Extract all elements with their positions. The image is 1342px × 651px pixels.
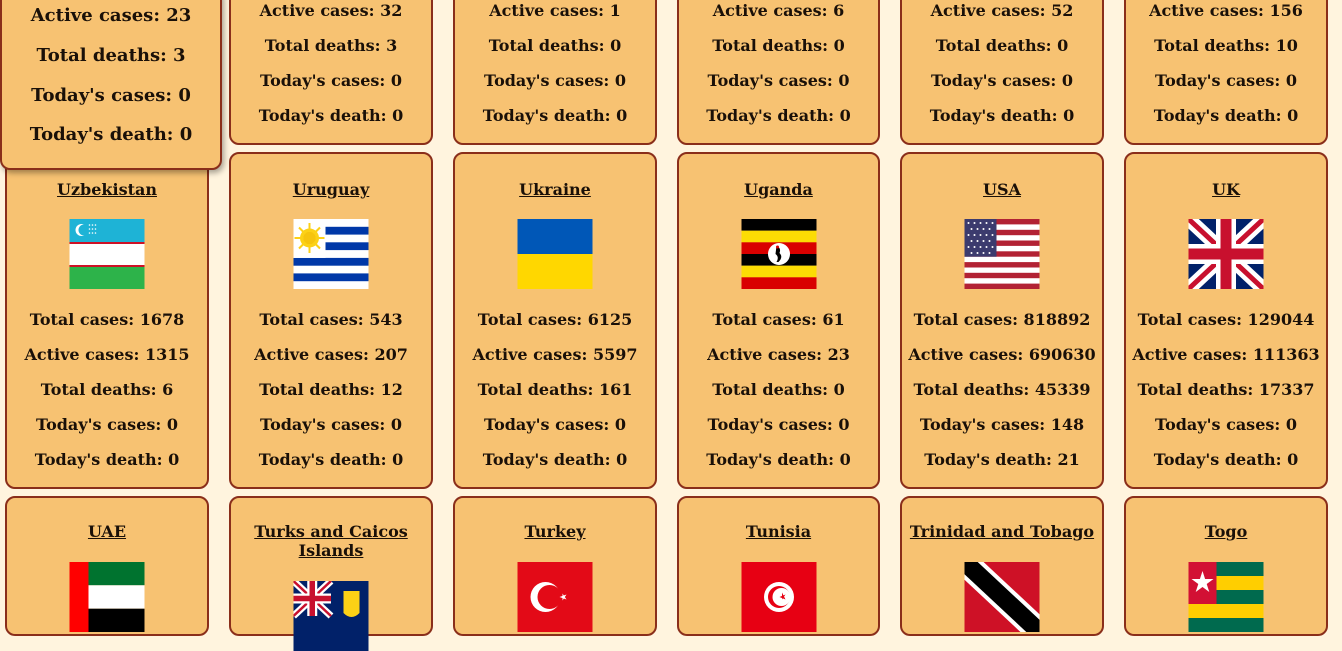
todays-cases: Today's cases: 0 [260,415,402,434]
country-card-tunisia[interactable]: Tunisia [677,496,880,636]
active-cases: Active cases: 111363 [1132,345,1320,364]
country-card[interactable]: Active cases: 6 Total deaths: 0 Today's … [677,0,880,145]
country-card-uzbekistan[interactable]: Uzbekistan Total cases: 1678 Active case… [5,152,209,489]
country-card-uganda[interactable]: Uganda Total cases: 61 Active cases: 23 … [677,152,880,489]
uae-flag-icon [69,562,145,632]
country-name-link[interactable]: Togo [1126,522,1326,541]
todays-death: Today's death: 0 [929,106,1075,125]
trinidad-and-tobago-flag-icon [964,562,1040,632]
active-cases: Active cases: 23 [707,345,850,364]
todays-death: Today's death: 0 [258,106,404,125]
total-deaths: Total deaths: 12 [259,380,403,399]
turkey-flag-icon [517,562,593,632]
todays-cases: Today's cases: 0 [707,415,850,434]
total-deaths: Total deaths: 17337 [1137,380,1315,399]
country-card[interactable]: Active cases: 52 Total deaths: 0 Today's… [900,0,1104,145]
total-cases: Total cases: 1678 [29,310,185,329]
togo-flag-icon [1188,562,1264,632]
todays-death: Today's death: 0 [1153,106,1299,125]
todays-cases: Today's cases: 0 [31,85,191,106]
total-deaths: Total deaths: 161 [477,380,633,399]
total-deaths: Total deaths: 0 [488,36,622,55]
todays-cases: Today's cases: 0 [1155,71,1297,90]
country-name-link[interactable]: Trinidad and Tobago [902,522,1102,541]
total-deaths: Total deaths: 10 [1154,36,1298,55]
total-deaths: Total deaths: 3 [36,45,186,66]
active-cases: Active cases: 6 [712,1,845,20]
hovered-country-card[interactable]: Active cases: 23 Total deaths: 3 Today's… [0,0,222,170]
total-cases: Total cases: 129044 [1137,310,1315,329]
country-card-trinidad-and-tobago[interactable]: Trinidad and Tobago [900,496,1104,636]
active-cases: Active cases: 207 [254,345,408,364]
todays-death: Today's death: 0 [258,450,404,469]
todays-cases: Today's cases: 148 [919,415,1085,434]
country-name-link[interactable]: Uzbekistan [7,180,207,199]
country-card[interactable]: Active cases: 1 Total deaths: 0 Today's … [453,0,657,145]
total-deaths: Total deaths: 6 [40,380,174,399]
todays-death: Today's death: 0 [706,450,851,469]
todays-death: Today's death: 0 [34,450,180,469]
country-card-turkey[interactable]: Turkey [453,496,657,636]
todays-death: Today's death: 0 [482,450,628,469]
country-name-link[interactable]: Turkey [455,522,655,541]
todays-cases: Today's cases: 0 [1155,415,1297,434]
tunisia-flag-icon [741,562,816,632]
total-deaths: Total deaths: 0 [712,36,845,55]
usa-flag-icon [964,219,1040,289]
country-card[interactable]: Active cases: 156 Total deaths: 10 Today… [1124,0,1328,145]
todays-death: Today's death: 0 [1153,450,1299,469]
active-cases: Active cases: 1315 [24,345,190,364]
active-cases: Active cases: 156 [1149,1,1303,20]
todays-death: Today's death: 0 [706,106,851,125]
country-card-uruguay[interactable]: Uruguay Total cases: 543 Active cases: 2… [229,152,433,489]
uk-flag-icon [1188,219,1264,289]
todays-cases: Today's cases: 0 [931,71,1073,90]
country-name-link[interactable]: Uruguay [231,180,431,199]
active-cases: Active cases: 5597 [472,345,638,364]
total-cases: Total cases: 543 [259,310,403,329]
total-cases: Total cases: 6125 [477,310,633,329]
todays-cases: Today's cases: 0 [484,71,626,90]
todays-death: Today's death: 21 [924,450,1080,469]
total-deaths: Total deaths: 0 [712,380,845,399]
country-card-turks-and-caicos[interactable]: Turks and Caicos Islands [229,496,433,651]
uzbekistan-flag-icon [69,219,145,289]
country-name-link[interactable]: Ukraine [455,180,655,199]
country-name-link[interactable]: Uganda [679,180,878,199]
total-cases: Total cases: 818892 [913,310,1091,329]
country-name-link[interactable]: USA [902,180,1102,199]
country-name-link[interactable]: UK [1126,180,1326,199]
total-cases: Total cases: 61 [712,310,845,329]
todays-death: Today's death: 0 [29,124,193,145]
ukraine-flag-icon [517,219,593,289]
active-cases: Active cases: 690630 [908,345,1096,364]
todays-death: Today's death: 0 [482,106,628,125]
country-card-usa[interactable]: USA Total cases: 818892 Active cases: 69… [900,152,1104,489]
active-cases: Active cases: 1 [489,1,621,20]
active-cases: Active cases: 52 [930,1,1074,20]
country-name-link[interactable]: Turks and Caicos Islands [253,522,409,560]
todays-cases: Today's cases: 0 [36,415,178,434]
country-card-uk[interactable]: UK Total cases: 129044 Active cases: 111… [1124,152,1328,489]
country-card-togo[interactable]: Togo [1124,496,1328,636]
total-deaths: Total deaths: 45339 [913,380,1091,399]
uruguay-flag-icon [293,219,369,289]
country-name-link[interactable]: UAE [7,522,207,541]
total-deaths: Total deaths: 0 [935,36,1069,55]
country-card-uae[interactable]: UAE [5,496,209,636]
todays-cases: Today's cases: 0 [707,71,850,90]
active-cases: Active cases: 23 [30,5,192,26]
uganda-flag-icon [741,219,816,289]
total-deaths: Total deaths: 3 [264,36,398,55]
country-card-ukraine[interactable]: Ukraine Total cases: 6125 Active cases: … [453,152,657,489]
country-card[interactable]: Active cases: 32 Total deaths: 3 Today's… [229,0,433,145]
turks-and-caicos-flag-icon [293,581,369,651]
todays-cases: Today's cases: 0 [484,415,626,434]
country-name-link[interactable]: Tunisia [679,522,878,541]
active-cases: Active cases: 32 [259,1,403,20]
todays-cases: Today's cases: 0 [260,71,402,90]
